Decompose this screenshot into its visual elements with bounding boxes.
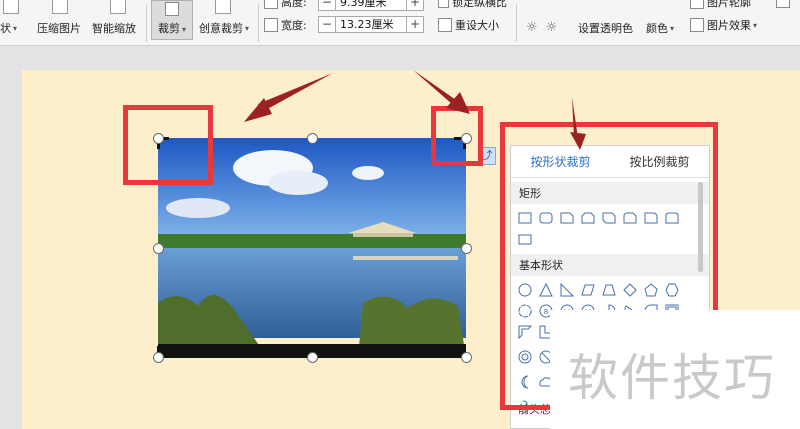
checkbox-icon xyxy=(438,0,449,8)
divider xyxy=(258,4,259,42)
creative-crop-button[interactable]: 创意裁剪 ▾ xyxy=(199,20,249,36)
height-label-group: 高度: xyxy=(264,0,307,10)
width-increment-button[interactable]: + xyxy=(406,16,424,33)
brightness-icon: ☼ xyxy=(526,20,538,35)
smart-zoom-label: 智能缩放 xyxy=(92,22,136,35)
picture-outline-button[interactable]: 图片轮廓 xyxy=(690,0,751,10)
creative-crop-icon xyxy=(215,0,231,14)
height-increment-button[interactable]: + xyxy=(406,0,424,11)
highlight-box-top-right xyxy=(431,106,483,166)
resize-handle-se[interactable] xyxy=(461,352,472,363)
width-input[interactable]: 13.23厘米 xyxy=(336,16,406,33)
resize-handle-w[interactable] xyxy=(153,243,164,254)
outline-icon xyxy=(690,0,704,9)
lock-ratio-label: 锁定纵横比 xyxy=(452,0,507,9)
crop-icon xyxy=(165,2,179,16)
reset-size-button[interactable]: 重设大小 xyxy=(438,17,499,33)
effect-icon xyxy=(690,18,704,32)
lock-ratio-checkbox[interactable]: 锁定纵横比 xyxy=(438,0,507,10)
resize-handle-sw[interactable] xyxy=(153,352,164,363)
compress-icon xyxy=(52,0,68,14)
height-decrement-button[interactable]: − xyxy=(318,0,336,11)
width-label: 宽度: xyxy=(281,19,307,32)
truncated-button[interactable]: 状 ▾ xyxy=(0,20,17,36)
reset-size-icon xyxy=(438,18,452,32)
resize-handle-s[interactable] xyxy=(307,352,318,363)
divider xyxy=(516,4,517,42)
height-icon xyxy=(264,0,278,9)
color-button[interactable]: 颜色 ▾ xyxy=(646,20,674,36)
smart-zoom-icon xyxy=(110,0,126,14)
watermark: 软件技巧 xyxy=(550,310,800,429)
picture-effect-button[interactable]: 图片效果 ▾ xyxy=(690,17,757,33)
crop-label: 裁剪 xyxy=(157,22,180,35)
resize-handle-e[interactable] xyxy=(461,243,472,254)
compress-label: 压缩图片 xyxy=(37,22,81,35)
resize-handle-n[interactable] xyxy=(307,133,318,144)
divider xyxy=(146,4,147,42)
contrast-icon: ☼ xyxy=(545,20,558,35)
width-label-group: 宽度: xyxy=(264,17,307,33)
set-transparent-button[interactable]: 设置透明色 xyxy=(578,20,633,36)
cut-icon xyxy=(3,0,19,14)
creative-crop-label: 创意裁剪 xyxy=(199,22,243,35)
more-icon[interactable] xyxy=(776,0,793,8)
crop-button[interactable]: 裁剪 ▾ xyxy=(151,0,193,40)
outline-label: 图片轮廓 xyxy=(707,0,751,9)
height-input[interactable]: 9.39厘米 xyxy=(336,0,406,11)
transparent-label: 设置透明色 xyxy=(578,22,633,35)
ribbon-toolbar: 状 ▾ 压缩图片 智能缩放 裁剪 ▾ 创意裁剪 ▾ 高度: − 9.39厘米 + 锁定… xyxy=(0,0,800,46)
height-stepper[interactable]: − 9.39厘米 + xyxy=(318,0,424,11)
width-decrement-button[interactable]: − xyxy=(318,16,336,33)
reset-size-label: 重设大小 xyxy=(455,19,499,32)
effect-label: 图片效果 xyxy=(707,19,751,32)
width-icon xyxy=(264,18,278,32)
truncated-label: 状 xyxy=(0,22,11,35)
highlight-box-top-left xyxy=(123,105,213,185)
compress-picture-button[interactable]: 压缩图片 xyxy=(37,20,81,36)
smart-zoom-button[interactable]: 智能缩放 xyxy=(92,20,136,36)
color-label: 颜色 xyxy=(646,22,668,35)
brightness-button[interactable]: ☼ ☼ xyxy=(526,20,557,35)
width-stepper[interactable]: − 13.23厘米 + xyxy=(318,16,424,33)
watermark-text: 软件技巧 xyxy=(568,349,776,407)
height-label: 高度: xyxy=(281,0,307,9)
